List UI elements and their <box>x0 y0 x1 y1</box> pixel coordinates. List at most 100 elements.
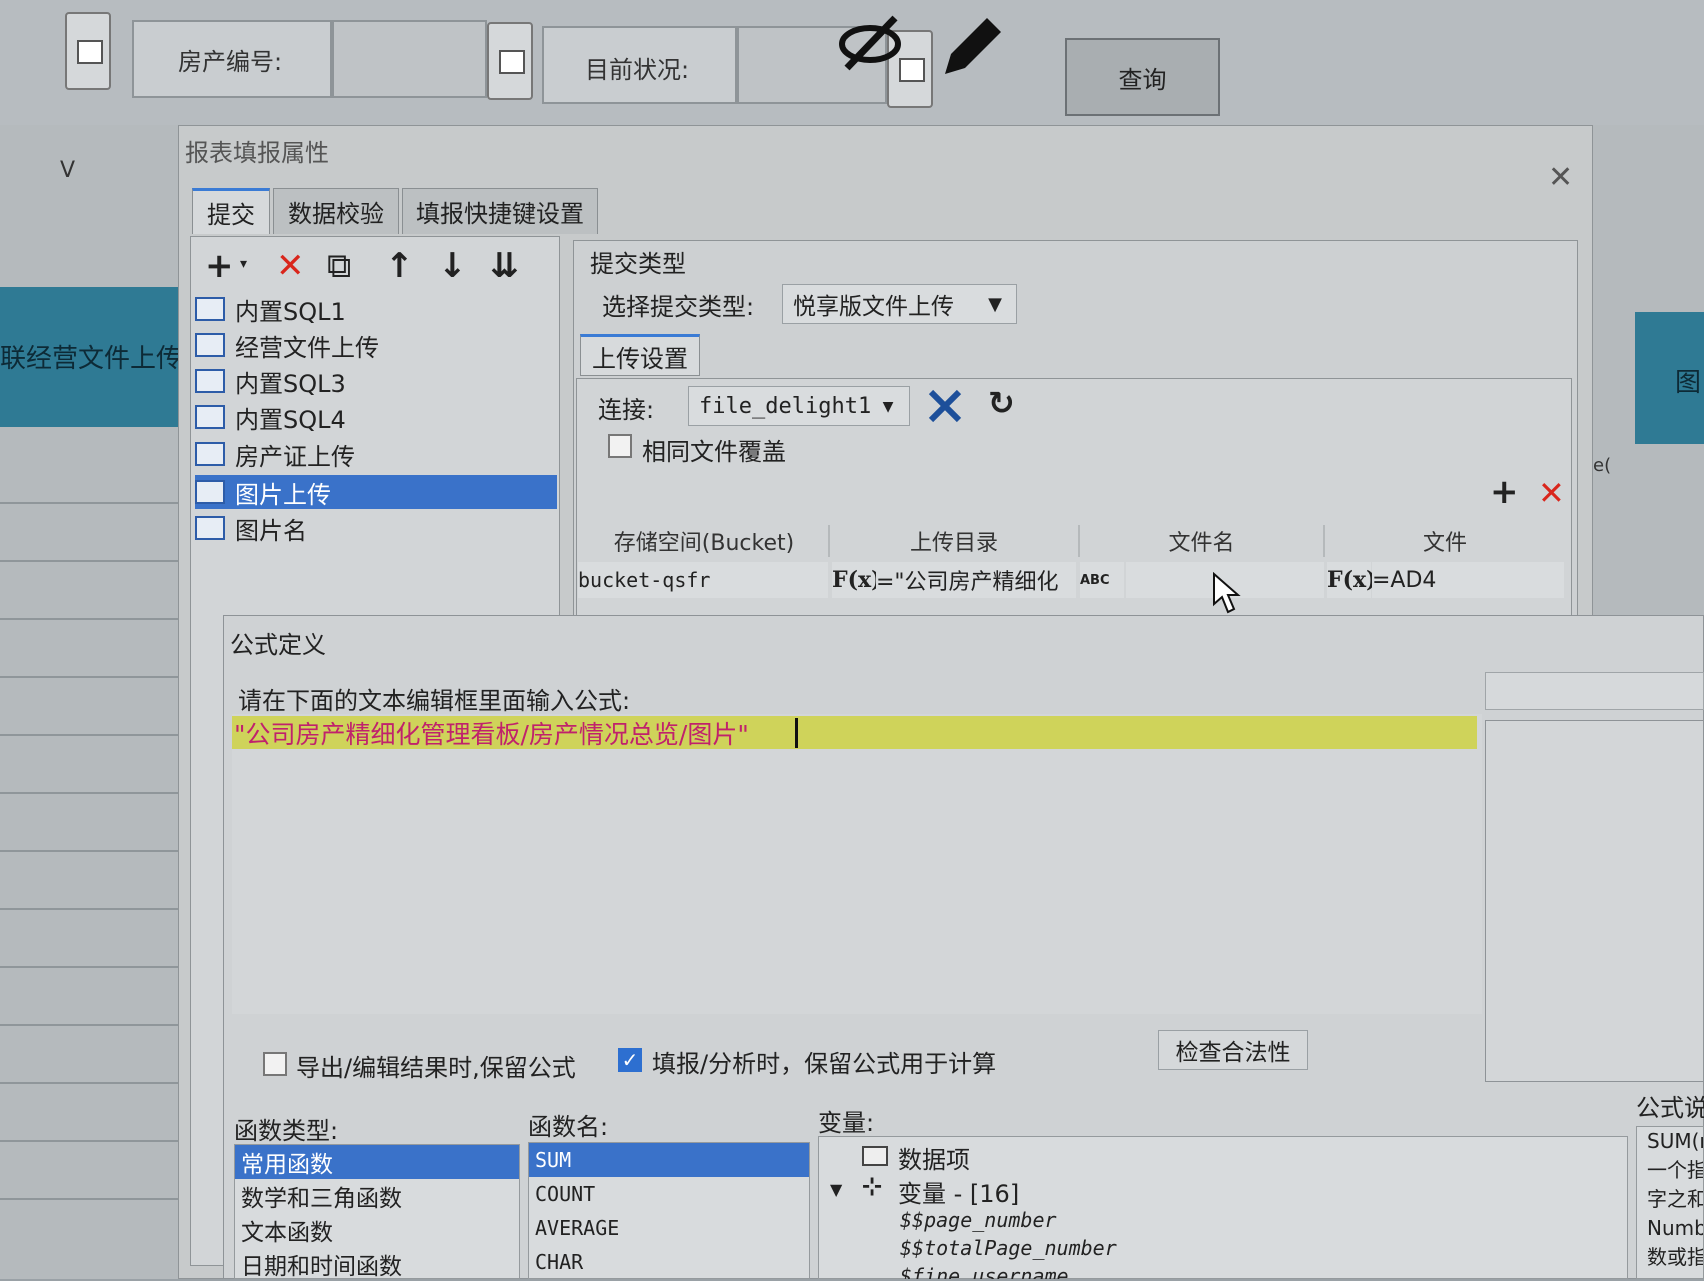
table-icon <box>195 297 225 321</box>
column-header-file: 文件 <box>1422 531 1467 556</box>
bucket-cell[interactable]: bucket-qsfr <box>578 562 828 598</box>
table-icon <box>195 442 225 466</box>
hide-eye-icon[interactable] <box>835 12 905 72</box>
list-item[interactable]: COUNT <box>529 1177 809 1211</box>
row-line <box>0 1140 180 1142</box>
mouse-cursor-icon <box>1213 572 1241 614</box>
column-header-bucket: 存储空间(Bucket) <box>580 525 830 557</box>
house-no-input[interactable] <box>332 20 487 98</box>
text-caret <box>795 718 798 748</box>
table-icon <box>195 405 225 429</box>
keep-formula-label: 导出/编辑结果时,保留公式 <box>296 1054 576 1082</box>
side-input[interactable] <box>1485 672 1704 710</box>
calendar-icon[interactable] <box>487 22 533 100</box>
formula-text[interactable]: "公司房产精细化管理看板/房产情况总览/图片" <box>234 715 749 751</box>
refresh-icon[interactable]: ↻ <box>988 384 1015 422</box>
tab-shortcut-settings[interactable]: 填报快捷键设置 <box>402 188 598 234</box>
list-item[interactable]: 经营文件上传 <box>195 328 557 362</box>
list-item[interactable]: CHAR <box>529 1245 809 1279</box>
close-icon[interactable]: ✕ <box>1548 160 1573 195</box>
tree-node-variables[interactable]: 变量 - [16] <box>898 1174 1019 1209</box>
keep-formula-checkbox[interactable] <box>263 1052 287 1076</box>
right-fragment: e( <box>1593 455 1612 476</box>
overwrite-checkbox[interactable] <box>608 434 632 458</box>
keep-calc-label: 填报/分析时，保留公式用于计算 <box>652 1050 997 1078</box>
variable-icon: ⊹ <box>862 1172 883 1200</box>
tree-leaf[interactable]: $$totalPage_number <box>900 1236 1117 1260</box>
description-line: SUM(n <box>1647 1129 1703 1153</box>
row-line <box>0 1082 180 1084</box>
add-row-icon[interactable]: + <box>1490 472 1519 512</box>
upload-dir-cell[interactable]: ="公司房产精细化 <box>876 562 1076 598</box>
list-item-selected[interactable]: 图片上传 <box>195 475 557 509</box>
delete-icon[interactable]: ✕ <box>276 246 305 286</box>
function-name-label: 函数名: <box>528 1113 609 1141</box>
formula-icon[interactable]: F(x) <box>1327 562 1377 598</box>
text-type-icon[interactable]: ABC <box>1080 562 1124 598</box>
description-line: 数或指 <box>1647 1245 1704 1269</box>
submit-type-select[interactable]: 悦享版文件上传 ▼ <box>782 284 1017 324</box>
query-button[interactable]: 查询 <box>1065 38 1220 116</box>
calendar-icon[interactable] <box>65 12 111 90</box>
dialog-title: 报表填报属性 <box>185 139 329 167</box>
tab-data-validation[interactable]: 数据校验 <box>273 188 399 234</box>
formula-icon[interactable]: F(x) <box>832 562 882 598</box>
function-type-label: 函数类型: <box>234 1117 339 1145</box>
description-line: Numbe <box>1647 1216 1703 1240</box>
keep-calc-checkbox[interactable]: ✓ <box>618 1048 642 1072</box>
connection-select[interactable]: file_delight1 ▼ <box>688 386 910 426</box>
table-icon <box>195 369 225 393</box>
list-item[interactable]: 内置SQL1 <box>195 292 557 326</box>
house-no-label: 房产编号: <box>178 48 283 76</box>
column-header-upload-dir: 上传目录 <box>830 525 1080 557</box>
side-panel <box>1485 720 1704 1082</box>
tree-leaf[interactable]: $fine_username <box>900 1264 1069 1279</box>
list-item[interactable]: AVERAGE <box>529 1211 809 1245</box>
row-line <box>0 1024 180 1026</box>
collapse-icon[interactable]: ▼ <box>830 1180 842 1199</box>
row-line <box>0 792 180 794</box>
move-up-icon[interactable]: ↑ <box>385 246 414 286</box>
description-line: 一个指 <box>1647 1158 1704 1182</box>
column-header-file-name: 文件名 <box>1080 525 1325 557</box>
description-line: 字之和 <box>1647 1187 1704 1211</box>
table-icon <box>195 333 225 357</box>
list-item-selected[interactable]: 常用函数 <box>235 1145 519 1179</box>
list-item[interactable]: 数学和三角函数 <box>235 1179 519 1213</box>
list-item[interactable]: 图片名 <box>195 511 557 545</box>
list-item[interactable]: 房产证上传 <box>195 437 557 471</box>
copy-icon[interactable]: ⧉ <box>327 246 351 286</box>
file-cell[interactable]: =AD4 <box>1372 562 1564 598</box>
table-icon <box>195 516 225 540</box>
pencil-icon[interactable] <box>935 12 1005 78</box>
connection-settings-icon[interactable] <box>925 386 965 426</box>
tree-leaf[interactable]: $$page_number <box>900 1208 1057 1232</box>
list-item[interactable]: 文本函数 <box>235 1213 519 1247</box>
row-line <box>0 734 180 736</box>
row-line <box>0 966 180 968</box>
tree-node-data-item[interactable]: 数据项 <box>898 1140 970 1175</box>
function-name-list: SUM COUNT AVERAGE CHAR <box>528 1142 810 1279</box>
row-line <box>0 502 180 504</box>
formula-editor[interactable] <box>232 714 1482 1014</box>
delete-row-icon[interactable]: ✕ <box>1538 474 1565 512</box>
list-item[interactable]: 内置SQL4 <box>195 400 557 434</box>
row-line <box>0 676 180 678</box>
list-item-selected[interactable]: SUM <box>529 1143 809 1177</box>
move-down-icon[interactable]: ↓ <box>438 246 467 286</box>
table-icon <box>195 480 225 504</box>
teal-cell-text: 联经营文件上传 <box>0 344 178 374</box>
add-dropdown-icon[interactable]: ▾ <box>240 256 247 272</box>
row-line <box>0 908 180 910</box>
column-header: V <box>60 158 76 183</box>
tab-submit[interactable]: 提交 <box>192 188 270 234</box>
list-item[interactable]: 日期和时间函数 <box>235 1247 519 1281</box>
sort-icon[interactable]: ⇊ <box>490 246 519 286</box>
add-icon[interactable]: + <box>205 246 234 286</box>
formula-dialog-title: 公式定义 <box>230 631 326 659</box>
check-validity-button[interactable]: 检查合法性 <box>1158 1030 1308 1070</box>
list-item[interactable]: 内置SQL3 <box>195 364 557 398</box>
submit-type-group: 提交类型 <box>590 250 686 278</box>
tab-upload-settings[interactable]: 上传设置 <box>580 334 700 376</box>
formula-description-label: 公式说 <box>1636 1094 1704 1122</box>
